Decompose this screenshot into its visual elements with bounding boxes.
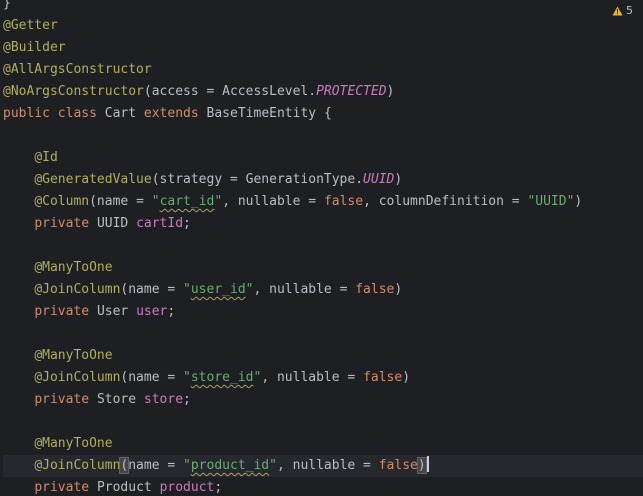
annotation-id: @Id bbox=[34, 150, 58, 165]
code-line: @NoArgsConstructor(access = AccessLevel.… bbox=[3, 84, 395, 99]
code-line: @JoinColumn(name = "store_id", nullable … bbox=[34, 370, 411, 385]
field-declaration: private Store store; bbox=[34, 392, 191, 407]
code-line: @Builder bbox=[3, 37, 643, 59]
code-line: @AllArgsConstructor bbox=[3, 59, 643, 81]
matched-close-bracket: ) bbox=[416, 457, 427, 474]
code-line: @ManyToOne bbox=[3, 433, 643, 455]
code-line: } bbox=[3, 0, 11, 11]
annotation-join-column: @JoinColumn bbox=[34, 282, 121, 297]
annotation-generated-value: @GeneratedValue bbox=[34, 172, 152, 187]
field-declaration: private User user; bbox=[34, 304, 176, 319]
code-line: @JoinColumn(name = "user_id", nullable =… bbox=[34, 282, 403, 297]
field-declaration: private UUID cartId; bbox=[34, 216, 191, 231]
text-caret bbox=[426, 456, 429, 472]
class-declaration: public class Cart extends BaseTimeEntity… bbox=[3, 106, 332, 121]
annotation-column: @Column bbox=[34, 194, 90, 209]
annotation-join-column: @JoinColumn bbox=[34, 458, 121, 473]
annotation-builder: @Builder bbox=[3, 40, 66, 55]
code-line: @Column(name = "cart_id", nullable = fal… bbox=[34, 194, 583, 209]
annotation-many-to-one: @ManyToOne bbox=[34, 348, 113, 363]
annotation-getter: @Getter bbox=[3, 18, 58, 33]
annotation-many-to-one: @ManyToOne bbox=[34, 436, 113, 451]
code-line: @Getter bbox=[3, 15, 643, 37]
field-declaration: private Product product; bbox=[34, 480, 223, 495]
code-line: @Id bbox=[3, 147, 643, 169]
code-line: @ManyToOne bbox=[3, 257, 643, 279]
annotation-all-args: @AllArgsConstructor bbox=[3, 62, 152, 77]
annotation-many-to-one: @ManyToOne bbox=[34, 260, 113, 275]
code-line: @ManyToOne bbox=[3, 345, 643, 367]
code-editor[interactable]: 5 } @Getter @Builder @AllArgsConstructor… bbox=[0, 0, 643, 496]
annotation-no-args: @NoArgsConstructor bbox=[3, 84, 144, 99]
annotation-join-column: @JoinColumn bbox=[34, 370, 121, 385]
current-line[interactable]: @JoinColumn(name = "product_id", nullabl… bbox=[3, 455, 643, 477]
code-line: @GeneratedValue(strategy = GenerationTyp… bbox=[34, 172, 403, 187]
code-area[interactable]: } @Getter @Builder @AllArgsConstructor @… bbox=[3, 0, 643, 496]
